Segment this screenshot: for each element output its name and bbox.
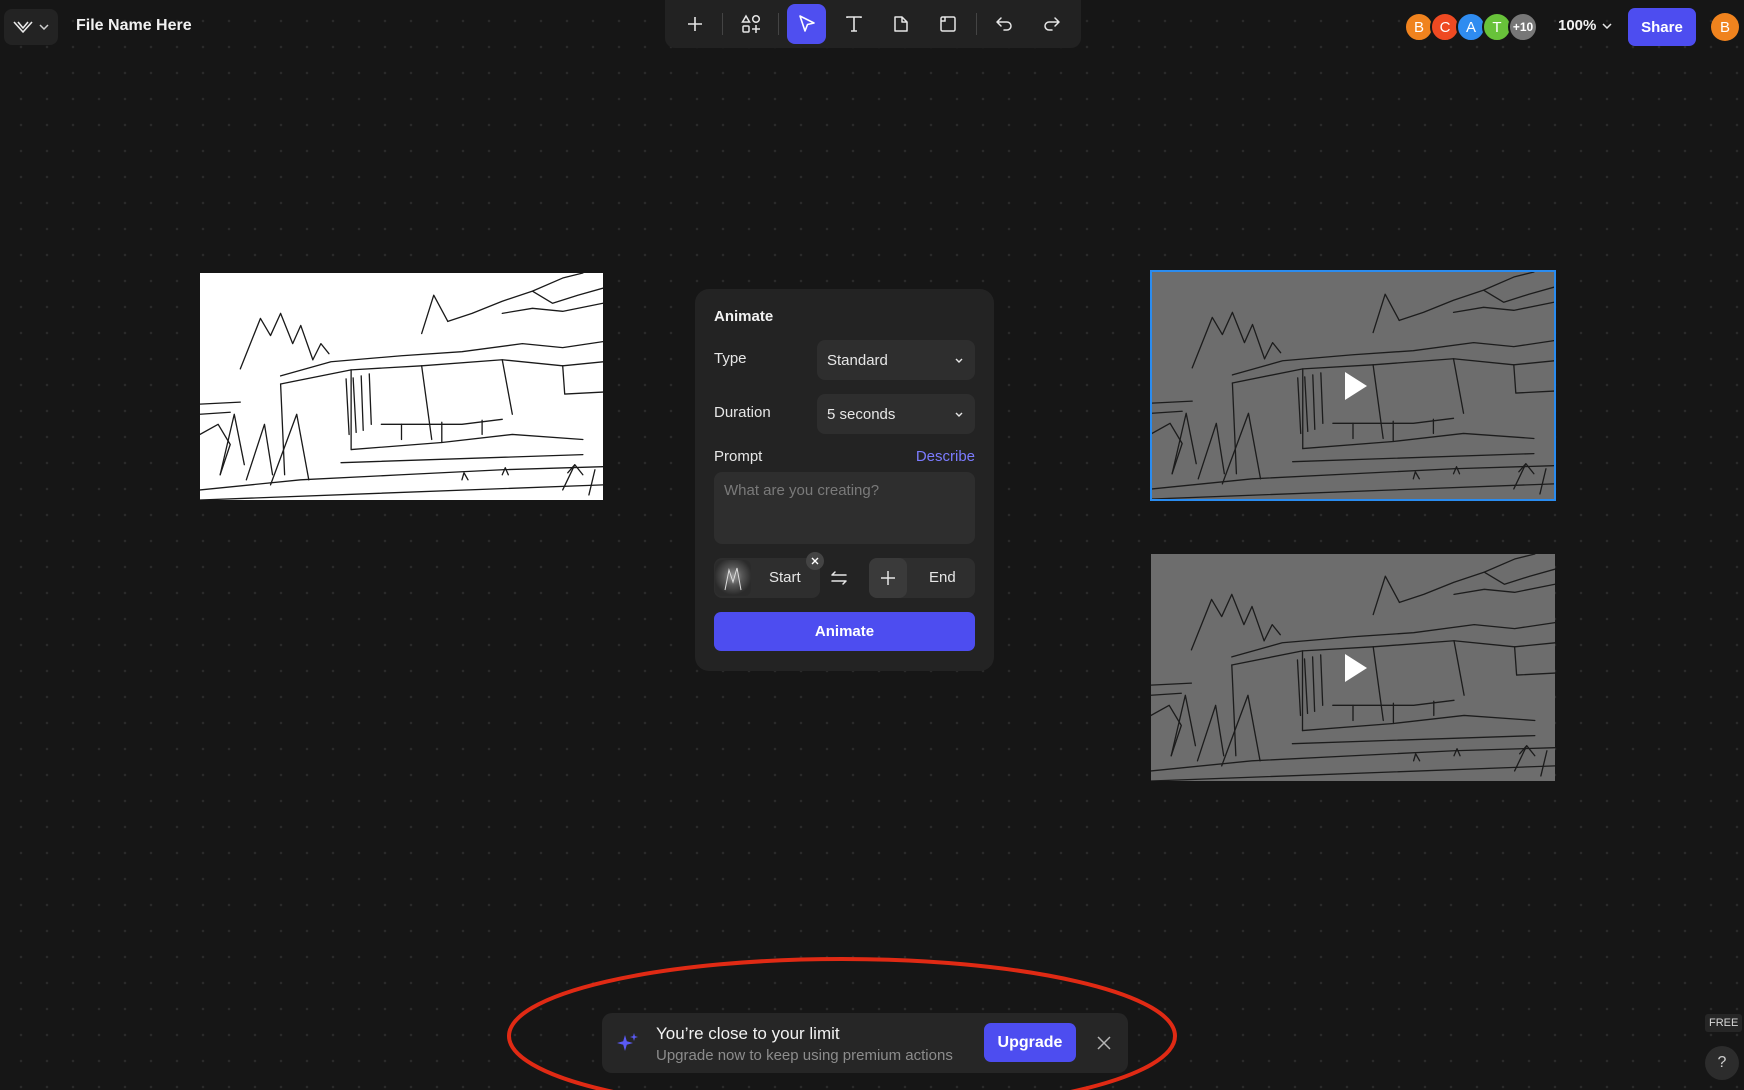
duration-value: 5 seconds (827, 405, 896, 423)
type-select[interactable]: Standard (817, 340, 975, 380)
start-frame-thumbnail (715, 560, 751, 596)
generated-video-selected[interactable] (1150, 270, 1556, 501)
elements-icon (740, 14, 761, 34)
toolbar-divider (722, 13, 724, 35)
start-frame-label: Start (769, 569, 801, 586)
keyframe-row: Start End (714, 552, 975, 598)
toast-title: You’re close to your limit (656, 1024, 840, 1043)
toolbar-divider (778, 13, 780, 35)
add-icon (880, 570, 896, 586)
play-icon[interactable] (1333, 648, 1373, 688)
sparkle-icon (616, 1031, 640, 1055)
play-icon[interactable] (1333, 366, 1373, 406)
duration-select[interactable]: 5 seconds (817, 394, 975, 434)
duration-label: Duration (714, 404, 771, 421)
animate-panel: Animate Type Standard Duration 5 seconds… (695, 289, 994, 671)
pointer-tool-button[interactable] (787, 4, 827, 44)
chevron-down-icon (1602, 22, 1612, 29)
app-menu-button[interactable] (4, 9, 58, 45)
collaborator-avatars[interactable]: B C A T +10 (1404, 12, 1538, 42)
help-button[interactable]: ? (1705, 1046, 1739, 1080)
more-collaborators-badge[interactable]: +10 (1508, 12, 1538, 42)
end-frame-label: End (929, 569, 956, 586)
redo-icon (1042, 14, 1062, 34)
generated-video[interactable] (1151, 554, 1555, 781)
panel-title: Animate (714, 308, 774, 325)
start-frame-slot[interactable]: Start (714, 552, 824, 598)
toast-subtitle: Upgrade now to keep using premium action… (656, 1047, 953, 1064)
note-icon (891, 14, 911, 34)
zoom-level-dropdown[interactable]: 100% (1558, 17, 1612, 34)
chevron-down-icon (955, 358, 963, 363)
upgrade-button[interactable]: Upgrade (984, 1023, 1076, 1062)
frame-icon (938, 14, 958, 34)
text-icon (844, 14, 864, 34)
swap-icon (829, 568, 849, 588)
type-value: Standard (827, 351, 888, 369)
close-icon (811, 557, 819, 565)
chevron-down-icon (955, 412, 963, 417)
close-toast-button[interactable] (1096, 1035, 1112, 1051)
main-toolbar (665, 0, 1081, 48)
undo-button[interactable] (985, 4, 1024, 44)
undo-icon (994, 14, 1014, 34)
text-tool-button[interactable] (834, 4, 873, 44)
toolbar-divider (975, 13, 977, 35)
note-tool-button[interactable] (882, 4, 921, 44)
end-frame-slot[interactable]: End (869, 558, 975, 598)
elements-tool-button[interactable] (731, 4, 770, 44)
current-user-avatar[interactable]: B (1711, 13, 1739, 41)
usage-limit-toast: You’re close to your limit Upgrade now t… (602, 1013, 1128, 1073)
plan-badge: FREE (1705, 1014, 1743, 1032)
pointer-icon (797, 14, 817, 34)
prompt-input[interactable] (714, 472, 975, 544)
redo-button[interactable] (1032, 4, 1071, 44)
file-name[interactable]: File Name Here (76, 17, 192, 35)
add-end-frame-button[interactable] (869, 558, 907, 598)
source-sketch-image[interactable] (200, 273, 603, 500)
type-label: Type (714, 350, 747, 367)
frame-tool-button[interactable] (929, 4, 968, 44)
swap-frames-button[interactable] (829, 568, 849, 588)
remove-start-frame-button[interactable] (806, 552, 824, 570)
animate-button[interactable]: Animate (714, 612, 975, 651)
zoom-level: 100% (1558, 17, 1597, 34)
close-icon (1096, 1035, 1112, 1051)
share-button[interactable]: Share (1628, 8, 1696, 46)
prompt-label: Prompt (714, 448, 763, 465)
app-logo-icon (13, 20, 33, 34)
add-tool-button[interactable] (675, 4, 714, 44)
chevron-down-icon (39, 24, 49, 30)
describe-link[interactable]: Describe (916, 448, 975, 465)
add-icon (686, 15, 704, 33)
